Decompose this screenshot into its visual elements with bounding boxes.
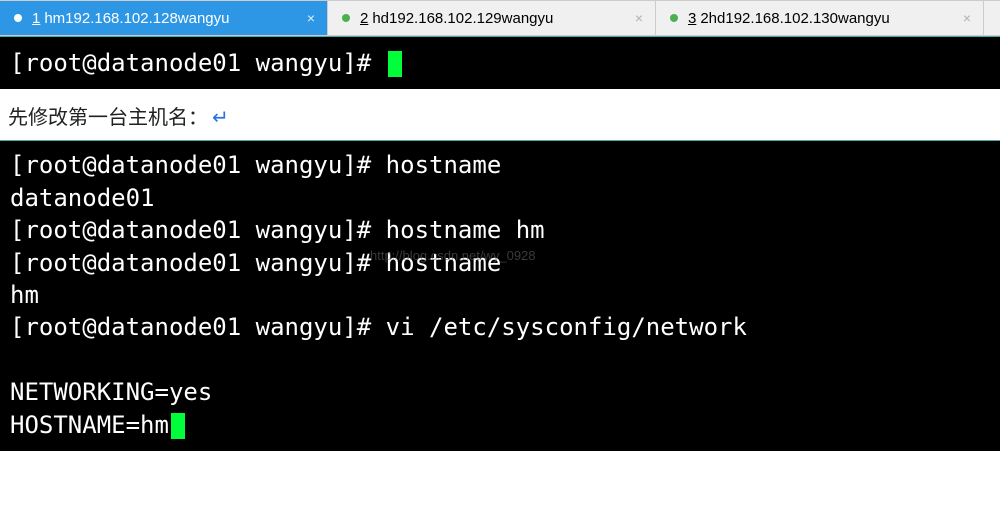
return-arrow-icon: ↵	[212, 107, 229, 129]
terminal-pane-1[interactable]: [root@datanode01 wangyu]#	[0, 36, 1000, 89]
cursor-icon	[171, 413, 185, 439]
tab-1[interactable]: 1 hm192.168.102.128wangyu ×	[0, 1, 328, 35]
close-icon[interactable]: ×	[627, 10, 643, 26]
term-line: [root@datanode01 wangyu]# hostname	[10, 249, 501, 277]
term-line: datanode01	[10, 184, 155, 212]
tab-label: hm192.168.102.128wangyu	[44, 10, 229, 27]
term-line: [root@datanode01 wangyu]# vi /etc/syscon…	[10, 313, 747, 341]
tab-label: 2hd192.168.102.130wangyu	[700, 10, 889, 27]
caption-text: 先修改第一台主机名：	[8, 107, 208, 129]
tab-2[interactable]: 2 hd192.168.102.129wangyu ×	[328, 1, 656, 35]
term-line: [root@datanode01 wangyu]# hostname hm	[10, 216, 545, 244]
term-line: NETWORKING=yes	[10, 378, 212, 406]
tab-number: 1	[32, 10, 40, 27]
status-dot-icon	[342, 14, 350, 22]
prompt-line: [root@datanode01 wangyu]#	[10, 49, 386, 77]
cursor-icon	[388, 51, 402, 77]
term-line: [root@datanode01 wangyu]# hostname	[10, 151, 501, 179]
terminal-pane-2[interactable]: [root@datanode01 wangyu]# hostname datan…	[0, 140, 1000, 451]
status-dot-icon	[14, 14, 22, 22]
status-dot-icon	[670, 14, 678, 22]
close-icon[interactable]: ×	[299, 10, 315, 26]
close-icon[interactable]: ×	[955, 10, 971, 26]
tab-bar: 1 hm192.168.102.128wangyu × 2 hd192.168.…	[0, 0, 1000, 36]
annotation-caption: 先修改第一台主机名：↵	[0, 89, 1000, 140]
tab-number: 3	[688, 10, 696, 27]
tab-label: hd192.168.102.129wangyu	[372, 10, 553, 27]
tab-number: 2	[360, 10, 368, 27]
term-line: HOSTNAME=hm	[10, 411, 169, 439]
term-line: hm	[10, 281, 39, 309]
tab-3[interactable]: 3 2hd192.168.102.130wangyu ×	[656, 1, 984, 35]
